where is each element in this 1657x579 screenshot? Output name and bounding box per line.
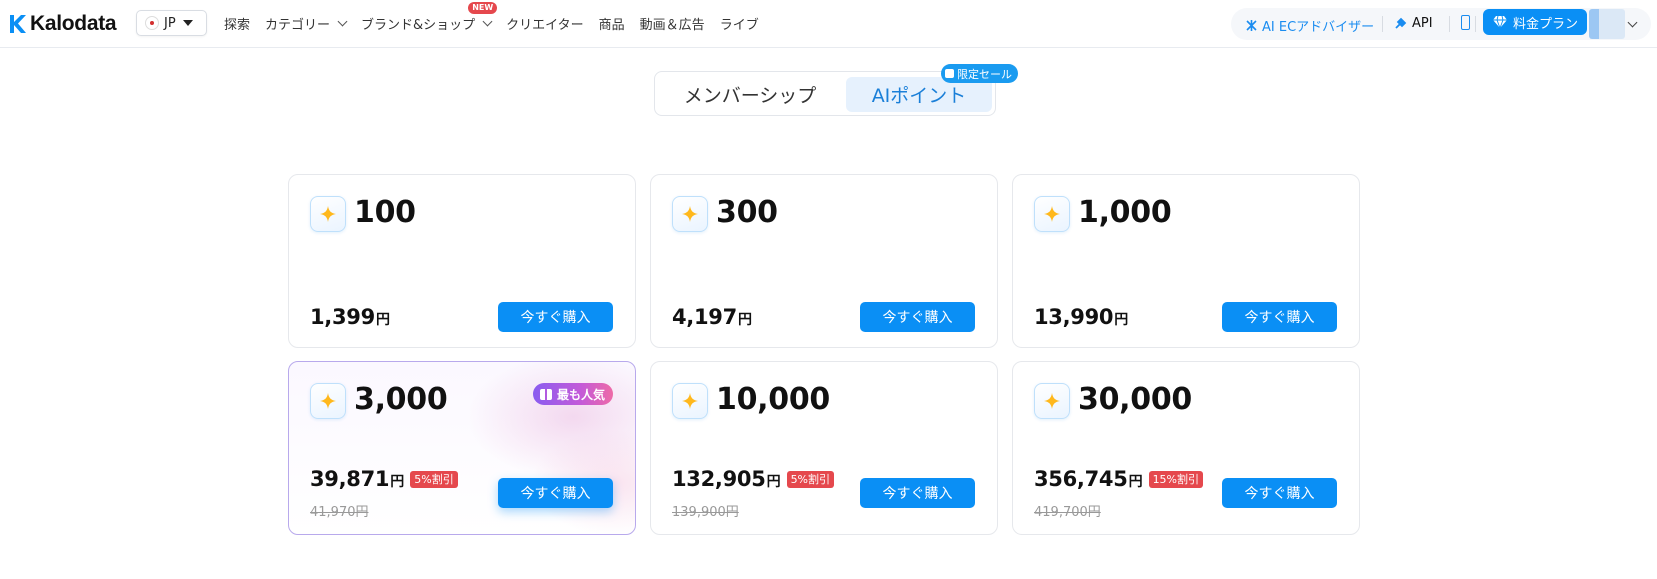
nav-label: ブランド&ショップ xyxy=(361,17,476,33)
japan-flag-icon xyxy=(145,16,159,30)
currency-unit: 円 xyxy=(737,312,752,328)
nav-label: クリエイター xyxy=(506,17,584,33)
brand-name: Kalodata xyxy=(30,12,117,35)
chevron-down-icon[interactable] xyxy=(1627,17,1638,28)
chevron-down-icon xyxy=(337,16,348,26)
points-package-card: 100 1,399 円 今すぐ購入 xyxy=(288,174,636,348)
nav-item-category[interactable]: カテゴリー xyxy=(265,14,348,33)
new-badge: NEW xyxy=(468,1,498,14)
price-row: 356,745 円 15%割引 xyxy=(1034,467,1204,491)
divider xyxy=(1449,16,1450,32)
diamond-icon xyxy=(1493,16,1507,28)
kalodata-logo[interactable]: Kalodata xyxy=(9,10,117,38)
discount-badge: 5%割引 xyxy=(786,471,835,488)
currency-unit: 円 xyxy=(390,474,405,490)
buy-now-button[interactable]: 今すぐ購入 xyxy=(860,478,975,508)
nav-label: カテゴリー xyxy=(265,17,331,33)
discount-badge: 15%割引 xyxy=(1148,471,1204,488)
divider xyxy=(1475,16,1476,32)
ai-sparkle-icon xyxy=(1246,20,1257,31)
currency-unit: 円 xyxy=(375,312,390,328)
currency-unit: 円 xyxy=(766,474,781,490)
ai-point-coin-icon xyxy=(310,383,346,419)
top-navigation-bar: Kalodata JP 探索 カテゴリー ブランド&ショップ NEW クリエイター… xyxy=(0,0,1657,48)
divider xyxy=(1382,16,1383,32)
original-price: 419,700円 xyxy=(1034,505,1101,520)
nav-item-live[interactable]: ライブ xyxy=(720,14,759,33)
gift-icon xyxy=(539,388,552,400)
buy-now-button[interactable]: 今すぐ購入 xyxy=(860,302,975,332)
buy-now-button[interactable]: 今すぐ購入 xyxy=(1222,302,1337,332)
original-price: 139,900円 xyxy=(672,505,739,520)
region-label: JP xyxy=(164,15,176,31)
ai-point-coin-icon xyxy=(672,383,708,419)
nav-item-product[interactable]: 商品 xyxy=(599,14,625,33)
price-value: 39,871 xyxy=(310,467,390,491)
ai-point-coin-icon xyxy=(672,196,708,232)
original-price: 41,970円 xyxy=(310,505,369,520)
main-nav: 探索 カテゴリー ブランド&ショップ NEW クリエイター 商品 動画＆広告 ライ… xyxy=(224,0,774,46)
chevron-down-icon xyxy=(482,16,493,26)
price-row: 132,905 円 5%割引 xyxy=(672,467,835,491)
nav-item-brand-shop[interactable]: ブランド&ショップ NEW xyxy=(361,1,498,33)
price-row: 39,871 円 5%割引 xyxy=(310,467,458,491)
buy-now-button[interactable]: 今すぐ購入 xyxy=(498,302,613,332)
points-amount: 3,000 xyxy=(354,382,448,417)
price-value: 4,197 xyxy=(672,305,737,329)
points-amount: 100 xyxy=(354,195,416,230)
buy-now-button[interactable]: 今すぐ購入 xyxy=(1222,478,1337,508)
points-amount: 300 xyxy=(716,195,778,230)
most-popular-badge: 最も人気 xyxy=(532,383,613,405)
currency-unit: 円 xyxy=(1128,474,1143,490)
nav-label: 動画＆広告 xyxy=(639,17,705,33)
points-amount: 1,000 xyxy=(1078,195,1172,230)
nav-label: 探索 xyxy=(224,17,251,33)
points-package-card: 300 4,197 円 今すぐ購入 xyxy=(650,174,998,348)
sale-badge-label: 限定セール xyxy=(957,67,1012,81)
price-row: 13,990 円 xyxy=(1034,305,1128,329)
tab-membership[interactable]: メンバーシップ xyxy=(660,77,840,112)
nav-item-creator[interactable]: クリエイター xyxy=(506,14,583,33)
api-link[interactable]: API xyxy=(1394,16,1433,31)
region-selector[interactable]: JP xyxy=(136,10,207,36)
kalodata-logo-icon xyxy=(10,15,26,33)
points-package-card: 10,000 132,905 円 5%割引 139,900円 今すぐ購入 xyxy=(650,361,998,535)
nav-label: ライブ xyxy=(719,17,759,33)
price-value: 13,990 xyxy=(1034,305,1114,329)
caret-down-icon xyxy=(182,20,193,26)
ai-point-coin-icon xyxy=(310,196,346,232)
nav-label: 商品 xyxy=(598,17,625,33)
header-actions: AI ECアドバイザー API 料金プラン xyxy=(1231,8,1651,40)
price-value: 356,745 xyxy=(1034,467,1128,491)
price-row: 4,197 円 xyxy=(672,305,752,329)
ai-ec-advisor-link[interactable]: AI ECアドバイザー xyxy=(1245,16,1374,35)
mobile-app-icon[interactable] xyxy=(1461,15,1470,30)
currency-unit: 円 xyxy=(1114,312,1129,328)
gift-icon xyxy=(945,69,954,78)
points-package-card: 30,000 356,745 円 15%割引 419,700円 今すぐ購入 xyxy=(1012,361,1360,535)
points-amount: 10,000 xyxy=(716,382,830,417)
advisor-label: AI ECアドバイザー xyxy=(1262,20,1375,35)
price-value: 132,905 xyxy=(672,467,766,491)
buy-now-button[interactable]: 今すぐ購入 xyxy=(498,478,613,508)
popular-badge-label: 最も人気 xyxy=(556,387,605,402)
limited-sale-badge: 限定セール xyxy=(941,64,1018,83)
user-avatar[interactable] xyxy=(1589,9,1625,39)
api-label: API xyxy=(1412,16,1433,31)
points-package-card: 1,000 13,990 円 今すぐ購入 xyxy=(1012,174,1360,348)
plug-icon xyxy=(1395,17,1407,29)
nav-item-video-ads[interactable]: 動画＆広告 xyxy=(640,14,705,33)
points-amount: 30,000 xyxy=(1078,382,1192,417)
ai-point-coin-icon xyxy=(1034,383,1070,419)
pricing-label: 料金プラン xyxy=(1513,16,1579,32)
discount-badge: 5%割引 xyxy=(410,471,458,488)
pricing-plan-button[interactable]: 料金プラン xyxy=(1483,9,1587,35)
nav-item-explore[interactable]: 探索 xyxy=(224,14,250,33)
ai-point-coin-icon xyxy=(1034,196,1070,232)
price-value: 1,399 xyxy=(310,305,375,329)
points-package-card-featured: 3,000 最も人気 39,871 円 5%割引 41,970円 今すぐ購入 xyxy=(288,361,636,535)
price-row: 1,399 円 xyxy=(310,305,390,329)
